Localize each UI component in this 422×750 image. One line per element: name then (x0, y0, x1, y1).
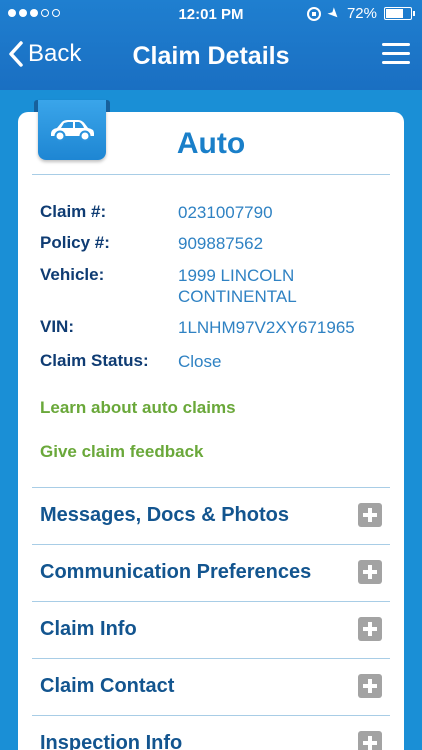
section-label: Communication Preferences (40, 561, 312, 583)
detail-value: 1999 LINCOLN CONTINENTAL (178, 266, 297, 306)
app-header: 12:01 PM ➤ 72% Back Claim Details (0, 0, 422, 90)
detail-value: 909887562 (178, 234, 264, 253)
status-bar: 12:01 PM ➤ 72% (0, 0, 422, 30)
detail-label: Claim Status: (40, 351, 149, 370)
section-label: Messages, Docs & Photos (40, 504, 289, 526)
detail-value: 1LNHM97V2XY671965 (178, 318, 355, 337)
learn-auto-claims-link[interactable]: Learn about auto claims (40, 398, 236, 418)
detail-row-claim-number: Claim #: 0231007790 (40, 202, 388, 223)
navigation-bar: Back Claim Details (0, 30, 422, 90)
claim-type-title: Auto (176, 127, 246, 160)
battery-percent: 72% (346, 5, 377, 22)
section-inspection-info[interactable]: Inspection Info (32, 715, 390, 750)
divider (32, 174, 390, 175)
rotation-lock-icon (307, 6, 322, 21)
expand-plus-icon[interactable] (358, 503, 382, 527)
detail-label: Vehicle: (40, 265, 105, 284)
section-claim-contact[interactable]: Claim Contact (32, 658, 390, 715)
detail-label: Claim #: (40, 202, 107, 221)
hamburger-menu-icon[interactable] (382, 42, 412, 66)
section-messages-docs-photos[interactable]: Messages, Docs & Photos (32, 487, 390, 544)
detail-row-vin: VIN: 1LNHM97V2XY671965 (40, 317, 388, 338)
give-feedback-link[interactable]: Give claim feedback (40, 442, 203, 462)
section-communication-preferences[interactable]: Communication Preferences (32, 544, 390, 601)
expand-plus-icon[interactable] (358, 674, 382, 698)
detail-value: 0231007790 (178, 203, 273, 222)
detail-row-policy-number: Policy #: 909887562 (40, 233, 388, 254)
page-title: Claim Details (132, 42, 290, 70)
detail-label: Policy #: (40, 233, 110, 252)
section-label: Claim Contact (40, 675, 175, 697)
battery-icon (384, 7, 415, 20)
section-label: Inspection Info (40, 732, 183, 750)
expand-plus-icon[interactable] (358, 560, 382, 584)
detail-label: VIN: (40, 317, 74, 336)
location-arrow-icon: ➤ (324, 3, 345, 23)
detail-row-vehicle: Vehicle: 1999 LINCOLN CONTINENTAL (40, 265, 388, 307)
section-claim-info[interactable]: Claim Info (32, 601, 390, 658)
detail-value: Close (178, 352, 222, 371)
detail-row-claim-status: Claim Status: Close (40, 351, 388, 372)
expand-plus-icon[interactable] (358, 731, 382, 750)
section-label: Claim Info (40, 618, 137, 640)
claim-card: Auto Claim #: 0231007790 Policy #: 9098875… (18, 100, 404, 750)
expand-plus-icon[interactable] (358, 617, 382, 641)
